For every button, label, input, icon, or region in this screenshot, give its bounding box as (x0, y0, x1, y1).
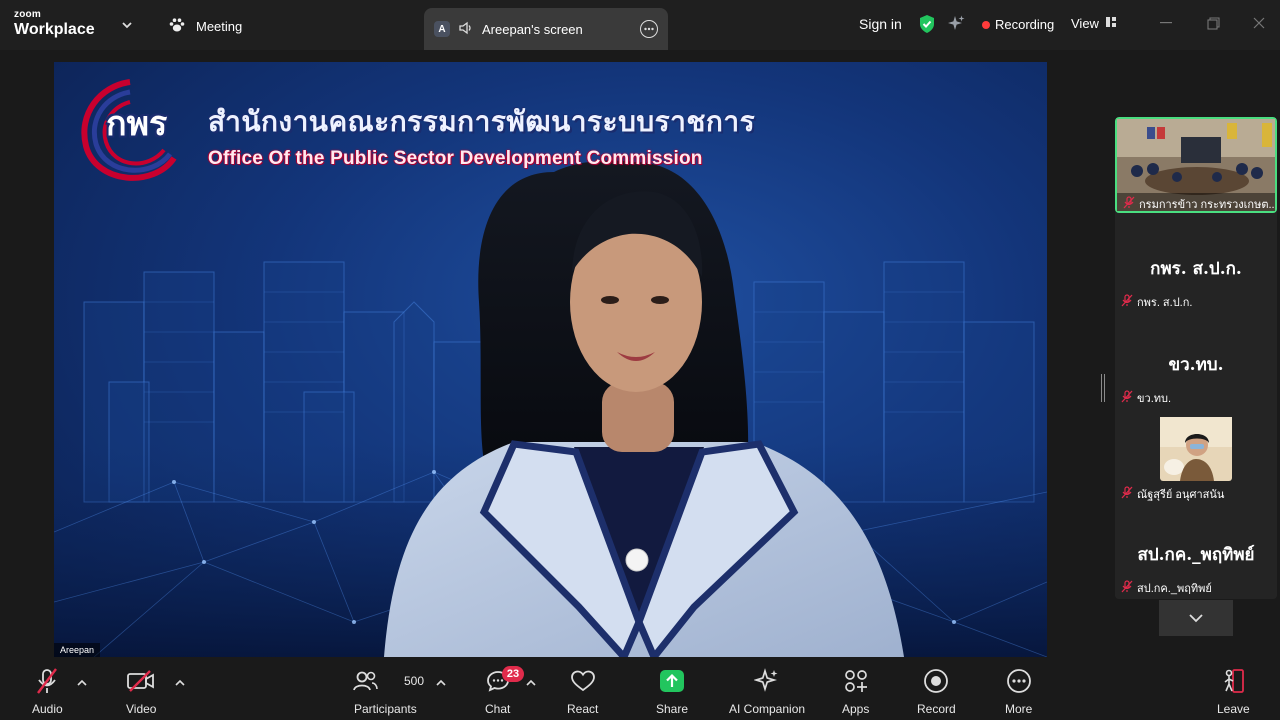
chat-label: Chat (485, 702, 511, 716)
view-button[interactable]: View (1071, 16, 1117, 31)
org-name-thai: สำนักงานคณะกรรมการพัฒนาระบบราชการ (208, 106, 756, 137)
restore-icon[interactable] (1205, 15, 1221, 31)
participant-name-row: สป.กค._พฤทิพย์ (1121, 579, 1212, 597)
recording-label: Recording (995, 17, 1055, 32)
ai-companion-label: AI Companion (729, 702, 806, 716)
audio-button[interactable]: Audio (32, 666, 63, 716)
share-screen-icon (659, 666, 685, 696)
app-menu-chevron-down-icon[interactable] (118, 16, 136, 34)
participant-tile-finance[interactable]: สป.กค._พฤทิพย์ สป.กค._พฤทิพย์ (1115, 505, 1277, 599)
leave-door-icon (1221, 666, 1245, 696)
record-button[interactable]: Record (917, 666, 956, 716)
tab-shared-screen[interactable]: A Areepan's screen (424, 8, 668, 50)
sign-in-link[interactable]: Sign in (859, 16, 902, 32)
participants-label: Participants (354, 702, 417, 716)
audio-label: Audio (32, 702, 63, 716)
participant-name-row: กพร. ส.ป.ก. (1121, 293, 1192, 311)
screen-tab-label: Areepan's screen (482, 21, 583, 37)
top-bar: zoom Workplace Meeting A Areepan's scree… (0, 0, 1280, 50)
participant-display-name: กพร. ส.ป.ก. (1150, 259, 1242, 279)
meeting-button[interactable]: Meeting (168, 14, 242, 38)
logo-top-text: zoom (14, 9, 41, 20)
camera-off-icon (126, 666, 156, 696)
share-label: Share (656, 702, 689, 716)
muted-mic-icon (1121, 580, 1133, 596)
audio-options-chevron-up-icon[interactable] (76, 676, 88, 688)
participant-tile-army-intel[interactable]: ขว.ทบ. ขว.ทบ. (1115, 313, 1277, 409)
speaker-icon[interactable] (458, 21, 474, 38)
participant-avatar (1160, 417, 1232, 481)
chevron-down-icon (1189, 613, 1203, 622)
recording-indicator[interactable]: Recording (982, 17, 1054, 32)
muted-mic-icon (1121, 390, 1133, 406)
participant-tile-rice-dept[interactable]: กรมการข้าว กระทรวงเกษต.. (1115, 117, 1277, 213)
participant-name: กพร. ส.ป.ก. (1137, 297, 1193, 309)
react-button[interactable]: React (567, 666, 598, 716)
meeting-toolbar: Audio Video Participants 500 Chat 23 Rea (0, 658, 1280, 720)
video-label: Video (126, 702, 157, 716)
participant-count: 500 (404, 674, 425, 688)
more-options-icon[interactable] (640, 20, 658, 38)
gallery-scroll-down-button[interactable] (1159, 600, 1233, 636)
video-options-chevron-up-icon[interactable] (174, 676, 186, 688)
video-button[interactable]: Video (126, 666, 156, 716)
ai-companion-sparkle-icon (754, 666, 780, 696)
leave-button[interactable]: Leave (1217, 666, 1250, 716)
leave-label: Leave (1217, 702, 1250, 716)
participant-name: กรมการข้าว กระทรวงเกษต.. (1139, 199, 1275, 211)
sharer-avatar: A (434, 21, 450, 37)
share-button[interactable]: Share (656, 666, 688, 716)
apps-label: Apps (842, 702, 870, 716)
view-label: View (1071, 16, 1099, 31)
participant-name-row: ขว.ทบ. (1121, 389, 1171, 407)
zoom-workplace-logo[interactable]: zoom Workplace (14, 10, 95, 38)
more-dots-icon (1006, 666, 1032, 696)
mic-muted-icon (34, 666, 60, 696)
speaker-name-tag: Areepan (54, 643, 101, 657)
meeting-label: Meeting (196, 18, 243, 34)
participant-name: สป.กค._พฤทิพย์ (1137, 583, 1212, 595)
apps-icon (843, 666, 869, 696)
ai-sparkle-icon[interactable] (946, 14, 966, 39)
muted-mic-icon (1121, 294, 1133, 310)
shield-check-icon[interactable] (918, 14, 936, 39)
opdc-abbr-logo-text: กพร (106, 105, 168, 143)
logo-bottom-text: Workplace (14, 21, 95, 38)
participant-name: ขว.ทบ. (1137, 393, 1172, 405)
chat-unread-badge: 23 (502, 666, 524, 682)
apps-button[interactable]: Apps (842, 666, 869, 716)
recording-dot-icon (982, 20, 990, 29)
minimize-icon[interactable] (1158, 15, 1174, 31)
close-window-icon[interactable] (1251, 15, 1267, 31)
org-name-english: Office Of the Public Sector Development … (208, 148, 703, 169)
muted-mic-icon (1121, 486, 1133, 502)
chat-options-chevron-up-icon[interactable] (525, 676, 537, 688)
participant-name-row: กรมการข้าว กระทรวงเกษต.. (1123, 195, 1275, 213)
gallery-resize-handle[interactable] (1101, 374, 1105, 402)
participant-name: ณัฐสุรีย์ อนุศาสนัน (1137, 489, 1225, 501)
heart-icon (570, 666, 596, 696)
participant-tile-natsuree[interactable]: ณัฐสุรีย์ อนุศาสนัน (1115, 409, 1277, 505)
participant-display-name: สป.กค._พฤทิพย์ (1137, 545, 1255, 565)
participant-tile-opdc-alro[interactable]: กพร. ส.ป.ก. กพร. ส.ป.ก. (1115, 217, 1277, 313)
more-label: More (1005, 702, 1033, 716)
gallery-panel: กรมการข้าว กระทรวงเกษต.. กพร. ส.ป.ก. กพร… (1115, 117, 1277, 599)
grid-view-icon (1105, 16, 1117, 31)
muted-mic-icon (1123, 196, 1135, 212)
record-label: Record (917, 702, 956, 716)
ai-companion-button[interactable]: AI Companion (729, 666, 805, 716)
participants-icon (352, 666, 379, 696)
participants-options-chevron-up-icon[interactable] (435, 676, 447, 688)
participant-display-name: ขว.ทบ. (1168, 355, 1224, 375)
paw-icon (168, 17, 186, 36)
participant-name-row: ณัฐสุรีย์ อนุศาสนัน (1121, 485, 1224, 503)
react-label: React (567, 702, 599, 716)
record-icon (923, 666, 949, 696)
more-button[interactable]: More (1005, 666, 1032, 716)
main-video-feed[interactable]: กพร สำนักงานคณะกรรมการพัฒนาระบบราชการ Of… (54, 62, 1047, 657)
